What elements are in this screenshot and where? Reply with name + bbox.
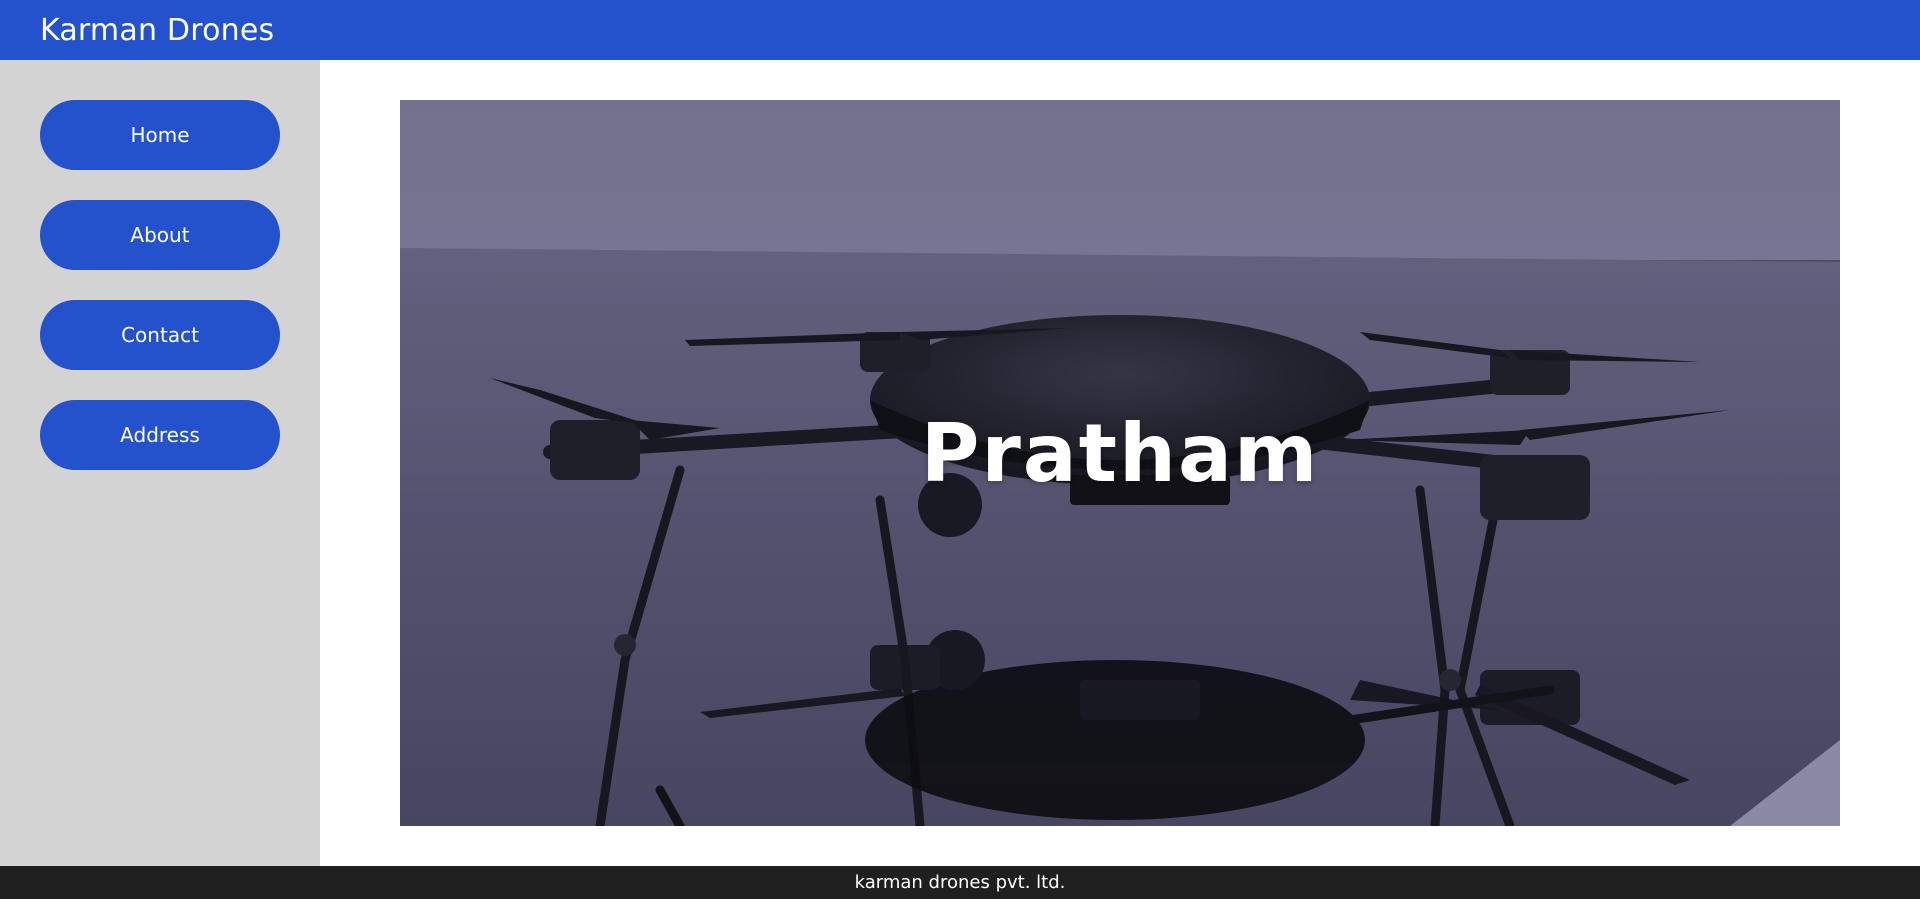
nav-home-button[interactable]: Home <box>40 100 280 170</box>
nav-contact-button[interactable]: Contact <box>40 300 280 370</box>
nav-address-button[interactable]: Address <box>40 400 280 470</box>
main-content: Pratham <box>320 60 1920 866</box>
brand-title: Karman Drones <box>40 12 275 48</box>
hero-title: Pratham <box>920 406 1320 500</box>
site-footer: karman drones pvt. ltd. <box>0 866 1920 899</box>
hero-banner: Pratham <box>400 100 1840 826</box>
nav-about-button[interactable]: About <box>40 200 280 270</box>
sidebar: Home About Contact Address <box>0 60 320 866</box>
site-header: Karman Drones <box>0 0 1920 60</box>
footer-text: karman drones pvt. ltd. <box>854 872 1066 893</box>
